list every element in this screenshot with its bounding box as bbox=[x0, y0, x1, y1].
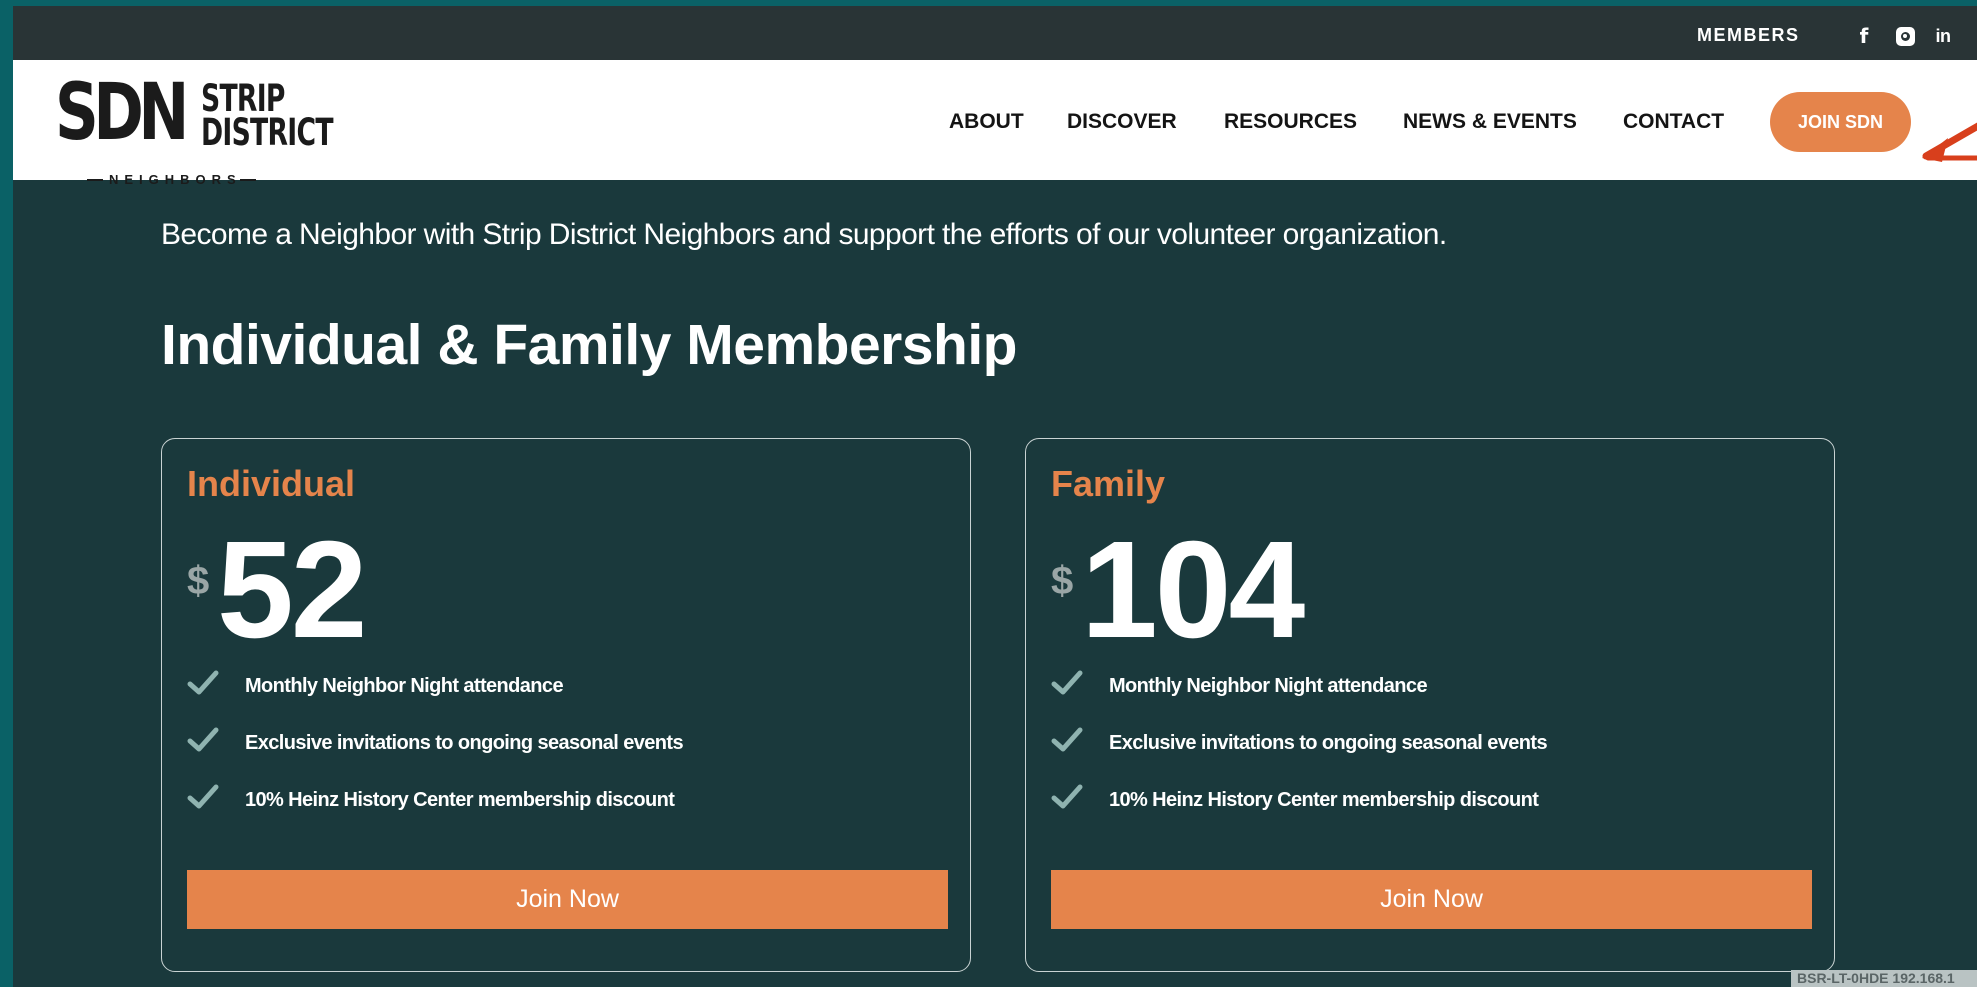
feature-text: 10% Heinz History Center membership disc… bbox=[245, 789, 675, 811]
members-link[interactable]: MEMBERS bbox=[1697, 25, 1800, 46]
checkmark-icon bbox=[187, 727, 219, 752]
feature-text: Monthly Neighbor Night attendance bbox=[245, 675, 564, 697]
currency-symbol: $ bbox=[187, 559, 210, 603]
card-title: Family bbox=[1051, 463, 1166, 504]
section-title: Individual & Family Membership bbox=[161, 313, 1018, 377]
logo-line-2: DISTRICT bbox=[201, 111, 334, 154]
website: MEMBERS f in SDN STRIP DISTRICT NEIGHBOR… bbox=[13, 6, 1977, 987]
checkmark-icon bbox=[187, 670, 219, 695]
feature-text: Exclusive invitations to ongoing seasona… bbox=[1109, 732, 1548, 754]
card-title: Individual bbox=[187, 463, 356, 504]
linkedin-glyph: in bbox=[1935, 25, 1952, 46]
feature-text: Exclusive invitations to ongoing seasona… bbox=[245, 732, 684, 754]
main-header: SDN STRIP DISTRICT NEIGHBORS ABOUT DISCO… bbox=[13, 60, 1977, 187]
nav-about[interactable]: ABOUT bbox=[949, 110, 1024, 134]
checkmark-icon bbox=[1051, 670, 1083, 695]
instagram-icon[interactable] bbox=[1894, 25, 1916, 47]
nav-resources[interactable]: RESOURCES bbox=[1224, 110, 1357, 134]
nav-discover[interactable]: DISCOVER bbox=[1067, 110, 1177, 134]
logo-initials: SDN bbox=[55, 68, 189, 158]
nav-label: ABOUT bbox=[949, 110, 1024, 133]
linkedin-icon[interactable]: in bbox=[1932, 25, 1954, 47]
intro-text: Become a Neighbor with Strip District Ne… bbox=[161, 218, 1447, 251]
membership-card-family: Family $ 104 Monthly Neighbor Night atte… bbox=[1025, 438, 1835, 972]
join-sdn-button[interactable]: JOIN SDN bbox=[1770, 92, 1911, 152]
membership-card-individual: Individual $ 52 Monthly Neighbor Night a… bbox=[161, 438, 971, 972]
facebook-glyph: f bbox=[1859, 24, 1869, 48]
nav-label: NEWS & EVENTS bbox=[1403, 110, 1577, 133]
checkmark-icon bbox=[1051, 784, 1083, 809]
nav-label: RESOURCES bbox=[1224, 110, 1358, 133]
nav-contact[interactable]: CONTACT bbox=[1623, 110, 1724, 134]
price-amount: 52 bbox=[217, 513, 367, 667]
top-utility-bar: MEMBERS f in bbox=[13, 6, 1977, 60]
checkmark-icon bbox=[1051, 727, 1083, 752]
feature-text: Monthly Neighbor Night attendance bbox=[1109, 675, 1428, 697]
join-now-family-button[interactable]: Join Now bbox=[1051, 870, 1812, 929]
join-now-individual-button[interactable]: Join Now bbox=[187, 870, 948, 929]
price-amount: 104 bbox=[1081, 513, 1305, 667]
checkmark-icon bbox=[187, 784, 219, 809]
logo-tagline: NEIGHBORS bbox=[87, 172, 256, 187]
currency-symbol: $ bbox=[1051, 559, 1074, 603]
instagram-glyph bbox=[1895, 26, 1915, 46]
annotation-arrow-icon bbox=[1922, 122, 1977, 162]
nav-label: CONTACT bbox=[1623, 110, 1725, 133]
nav-news-events[interactable]: NEWS & EVENTS bbox=[1403, 110, 1577, 134]
site-logo[interactable]: SDN STRIP DISTRICT NEIGHBORS bbox=[55, 74, 334, 187]
host-label: BSR-LT-0HDE 192.168.1 bbox=[1791, 970, 1977, 987]
feature-text: 10% Heinz History Center membership disc… bbox=[1109, 789, 1539, 811]
nav-label: DISCOVER bbox=[1067, 110, 1177, 133]
facebook-icon[interactable]: f bbox=[1853, 24, 1875, 48]
